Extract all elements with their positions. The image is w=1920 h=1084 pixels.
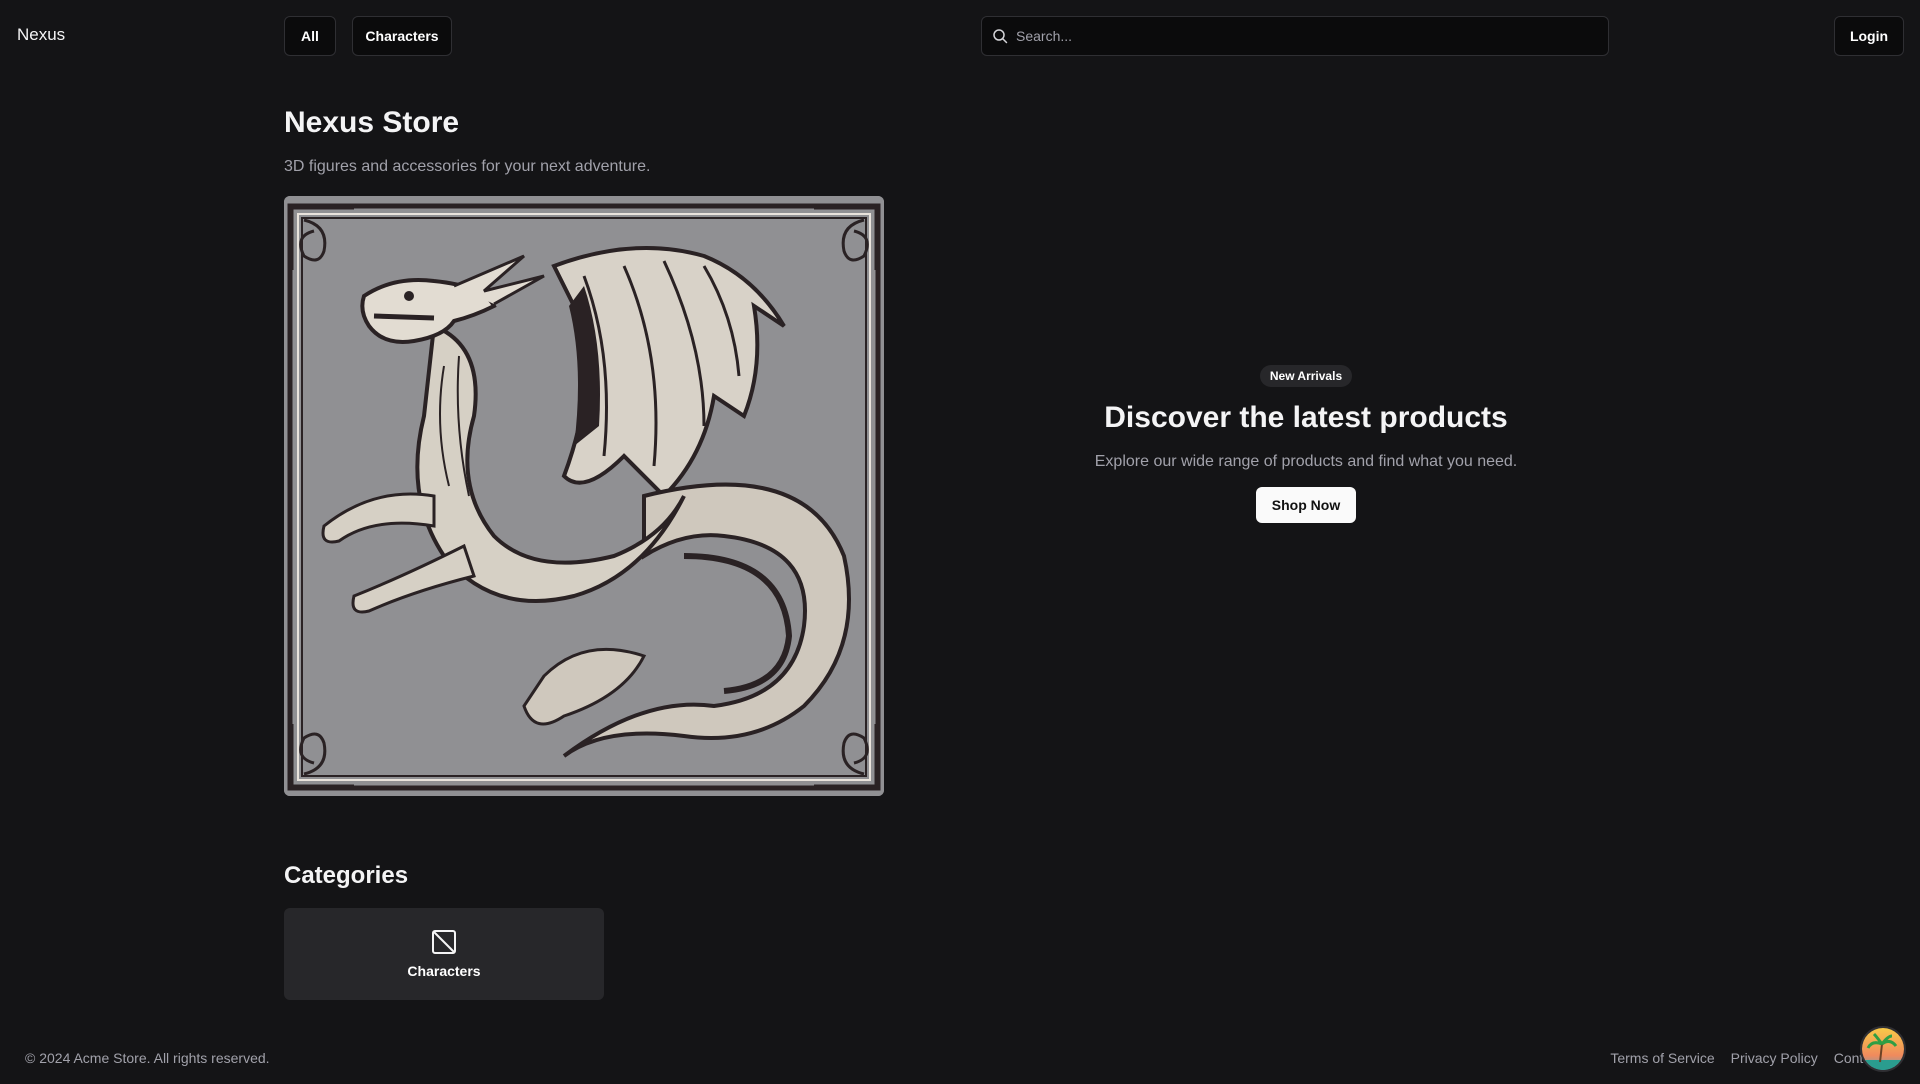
promo-subtitle: Explore our wide range of products and f… bbox=[1094, 453, 1518, 470]
nav-characters-button[interactable]: Characters bbox=[352, 16, 452, 56]
footer-copyright: © 2024 Acme Store. All rights reserved. bbox=[25, 1050, 270, 1066]
nav-all-button[interactable]: All bbox=[284, 16, 336, 56]
privacy-link[interactable]: Privacy Policy bbox=[1731, 1050, 1818, 1066]
category-label: Characters bbox=[407, 963, 481, 979]
category-card-characters[interactable]: Characters bbox=[284, 908, 604, 1000]
promo-title: Discover the latest products bbox=[1104, 401, 1508, 434]
page-title: Nexus Store bbox=[284, 106, 460, 139]
header: Nexus All Characters Login bbox=[0, 0, 1920, 72]
terms-link[interactable]: Terms of Service bbox=[1610, 1050, 1714, 1066]
hero-dragon-image[interactable] bbox=[284, 196, 884, 796]
image-placeholder-icon bbox=[432, 930, 456, 954]
footer-links: Terms of Service Privacy Policy Contact bbox=[1610, 1050, 1882, 1066]
avatar[interactable] bbox=[1860, 1026, 1906, 1072]
login-button[interactable]: Login bbox=[1834, 16, 1904, 56]
categories-heading: Categories bbox=[284, 862, 409, 889]
search-bar[interactable] bbox=[981, 16, 1609, 56]
dragon-illustration bbox=[284, 196, 884, 796]
promo-section: New Arrivals Discover the latest product… bbox=[1050, 365, 1562, 523]
new-arrivals-badge: New Arrivals bbox=[1259, 365, 1353, 387]
brand-logo[interactable]: Nexus bbox=[17, 25, 65, 45]
page-subtitle: 3D figures and accessories for your next… bbox=[284, 158, 651, 175]
search-icon bbox=[993, 29, 1008, 44]
tropical-avatar-icon bbox=[1862, 1028, 1904, 1070]
search-input[interactable] bbox=[1016, 28, 1608, 44]
shop-now-button[interactable]: Shop Now bbox=[1255, 487, 1357, 523]
